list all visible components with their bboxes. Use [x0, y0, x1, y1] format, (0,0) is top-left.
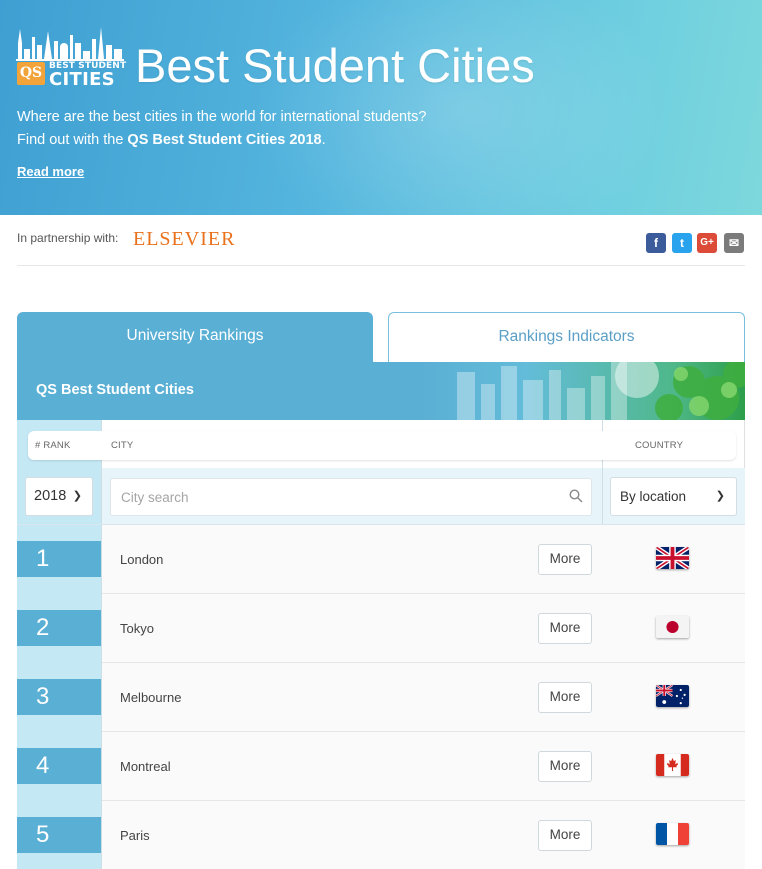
- uk-flag-icon: [656, 547, 689, 569]
- header-rank: # RANK: [35, 440, 71, 451]
- rank-number: 5: [17, 817, 101, 853]
- facebook-share-icon[interactable]: f: [646, 233, 666, 253]
- chevron-down-icon: ❯: [715, 490, 725, 502]
- more-button[interactable]: More: [538, 682, 592, 713]
- australia-flag-icon: [656, 685, 689, 707]
- divider: [17, 265, 745, 266]
- row-background: [102, 801, 745, 869]
- city-name: Tokyo: [120, 621, 154, 636]
- table-title: QS Best Student Cities: [36, 382, 194, 398]
- more-button[interactable]: More: [538, 751, 592, 782]
- row-background: [102, 663, 745, 731]
- rank-number: 2: [17, 610, 101, 646]
- japan-flag-icon: [656, 616, 689, 638]
- qs-badge: QS: [17, 62, 45, 85]
- row-background: [102, 594, 745, 662]
- table-row: 2 Tokyo More: [17, 594, 745, 663]
- table-row: 3 Melbourne More: [17, 663, 745, 732]
- twitter-share-icon[interactable]: t: [672, 233, 692, 253]
- table-row: 5 Paris More: [17, 801, 745, 869]
- more-button[interactable]: More: [538, 820, 592, 851]
- city-name: Montreal: [120, 759, 171, 774]
- france-flag-icon: [656, 823, 689, 845]
- location-select-value: By location: [620, 489, 687, 504]
- city-name: Paris: [120, 828, 150, 843]
- google-plus-share-icon[interactable]: G+: [697, 233, 717, 253]
- hero-description-suffix: .: [321, 132, 326, 148]
- table-row: 4 Montreal More: [17, 732, 745, 801]
- search-icon: [569, 489, 583, 503]
- row-background: [102, 732, 745, 800]
- qs-best-student-cities-logo: QS BEST STUDENT CITIES: [16, 25, 126, 93]
- tab-university-rankings[interactable]: University Rankings: [17, 312, 373, 362]
- hero-banner: QS BEST STUDENT CITIES Best Student Citi…: [0, 0, 762, 215]
- logo-line-cities: CITIES: [49, 69, 115, 90]
- row-background: [102, 525, 745, 593]
- more-button[interactable]: More: [538, 544, 592, 575]
- city-search-input[interactable]: [110, 478, 592, 516]
- table-banner: QS Best Student Cities: [17, 362, 745, 420]
- table-row: 1 London More: [17, 525, 745, 594]
- year-select[interactable]: 2018 ❯: [25, 477, 93, 516]
- partnership-label: In partnership with:: [17, 231, 119, 245]
- header-city: CITY: [111, 440, 134, 451]
- email-share-icon[interactable]: ✉: [724, 233, 744, 253]
- location-select[interactable]: By location ❯: [610, 477, 737, 516]
- page-title: Best Student Cities: [135, 39, 535, 92]
- rankings-table: # RANK CITY COUNTRY 2018 ❯ By location ❯…: [17, 420, 745, 869]
- header-country: COUNTRY: [635, 440, 684, 451]
- city-name: Melbourne: [120, 690, 182, 705]
- city-illustration-icon: [457, 362, 745, 420]
- read-more-link[interactable]: Read more: [17, 164, 84, 179]
- year-select-value: 2018: [34, 488, 67, 504]
- rank-number: 3: [17, 679, 101, 715]
- chevron-down-icon: ❯: [72, 490, 82, 502]
- elsevier-logo: ELSEVIER: [133, 228, 236, 250]
- table-header: [28, 431, 736, 460]
- more-button[interactable]: More: [538, 613, 592, 644]
- city-name: London: [120, 552, 164, 567]
- hero-description: Where are the best cities in the world f…: [17, 106, 437, 152]
- canada-flag-icon: [656, 754, 689, 776]
- tab-rankings-indicators[interactable]: Rankings Indicators: [388, 312, 745, 362]
- hero-description-bold: QS Best Student Cities 2018: [127, 132, 322, 148]
- city-skyline-icon: [16, 27, 124, 61]
- rank-number: 1: [17, 541, 101, 577]
- rank-number: 4: [17, 748, 101, 784]
